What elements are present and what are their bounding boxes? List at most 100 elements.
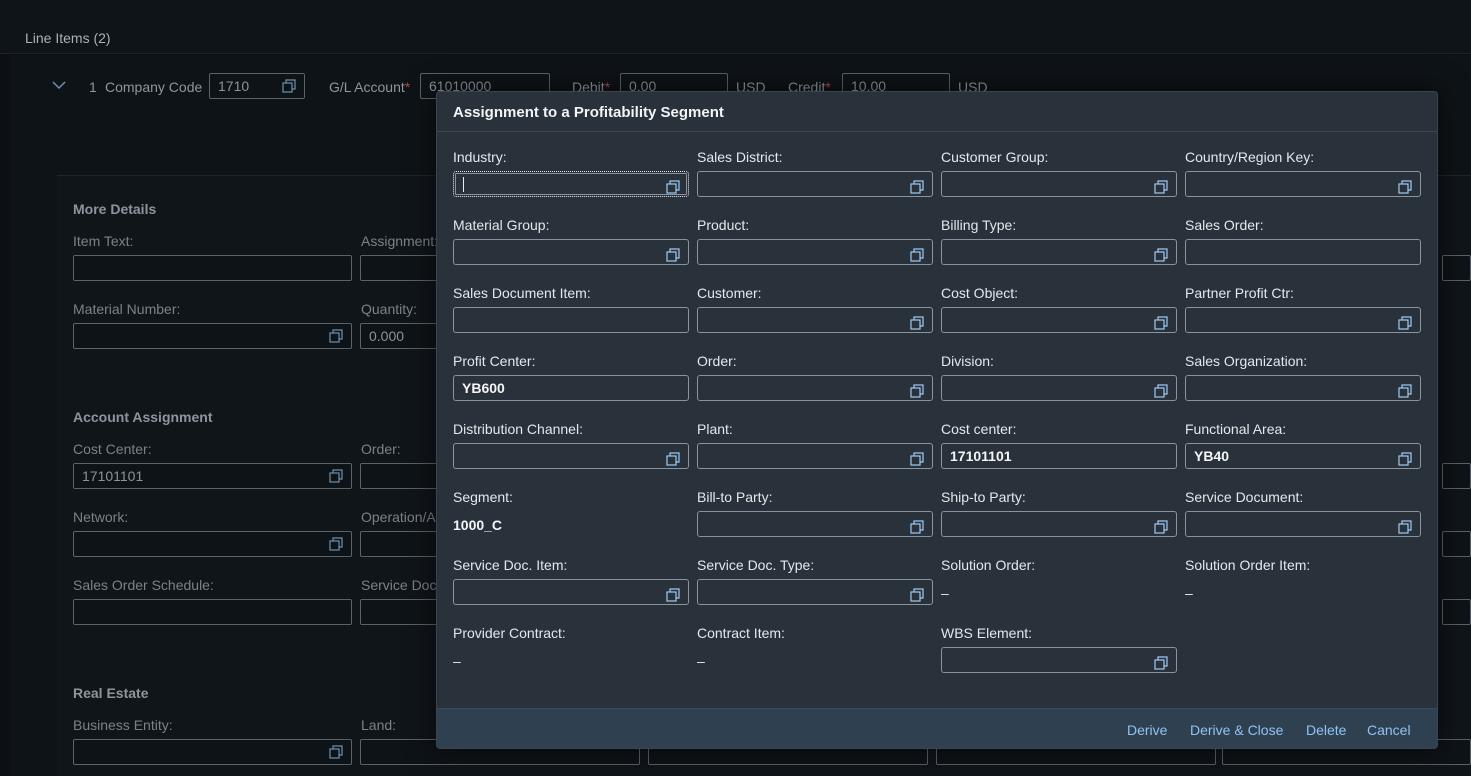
value-help-icon[interactable] [1398, 381, 1412, 398]
material-number-input[interactable] [73, 323, 352, 349]
details-right-input-3[interactable] [1442, 531, 1471, 557]
sales-document-item-input[interactable] [453, 307, 689, 333]
text-cursor [463, 177, 464, 192]
service-doc-item-input[interactable] [453, 579, 689, 605]
cost-center-input[interactable]: 17101101 [73, 463, 352, 489]
customer-group-input[interactable] [941, 171, 1177, 197]
cost-object-input[interactable] [941, 307, 1177, 333]
value-help-icon[interactable] [1398, 449, 1412, 466]
page-header: Line Items (2) [0, 0, 1471, 54]
network-input[interactable] [73, 531, 352, 557]
order-input[interactable] [697, 375, 933, 401]
value-help-icon[interactable] [910, 177, 924, 194]
cost-center-input[interactable]: 17101101 [941, 443, 1177, 469]
item-text-input[interactable] [73, 255, 352, 281]
wbs-element-input[interactable] [941, 647, 1177, 673]
profit-center-label: Profit Center: [453, 353, 536, 369]
value-help-icon[interactable] [666, 585, 680, 602]
value-help-icon[interactable] [1154, 517, 1168, 534]
division-input[interactable] [941, 375, 1177, 401]
bill-to-party-label: Bill-to Party: [697, 489, 773, 505]
value-help-icon[interactable] [910, 517, 924, 534]
quantity-label: Quantity: [361, 301, 418, 317]
order-input[interactable] [360, 463, 440, 489]
profit-center-value: YB600 [462, 380, 505, 396]
value-help-icon[interactable] [329, 745, 343, 759]
functional-area-label: Functional Area: [1185, 421, 1287, 437]
industry-input[interactable] [453, 171, 689, 197]
sales-document-item-label: Sales Document Item: [453, 285, 591, 301]
dialog-title: Assignment to a Profitability Segment [453, 104, 724, 121]
value-help-icon[interactable] [1398, 517, 1412, 534]
partner-profit-ctr-input[interactable] [1185, 307, 1421, 333]
value-help-icon[interactable] [910, 585, 924, 602]
company-code-input[interactable]: 1710 [209, 73, 305, 99]
plant-input[interactable] [697, 443, 933, 469]
distribution-channel-input[interactable] [453, 443, 689, 469]
service-doc-type-input[interactable] [697, 579, 933, 605]
value-help-icon[interactable] [1154, 653, 1168, 670]
value-help-icon[interactable] [1398, 313, 1412, 330]
value-help-icon[interactable] [1154, 381, 1168, 398]
value-help-icon[interactable] [910, 313, 924, 330]
value-help-icon[interactable] [1398, 177, 1412, 194]
customer-input[interactable] [697, 307, 933, 333]
partner-profit-ctr-label: Partner Profit Ctr: [1185, 285, 1294, 301]
business-entity-input[interactable] [73, 739, 352, 765]
service-document-input[interactable] [1185, 511, 1421, 537]
value-help-icon[interactable] [666, 449, 680, 466]
billing-type-label: Billing Type: [941, 217, 1017, 233]
cancel-button[interactable]: Cancel [1367, 722, 1411, 738]
details-right-input-1[interactable] [1442, 255, 1471, 281]
bill-to-party-input[interactable] [697, 511, 933, 537]
value-help-icon[interactable] [910, 381, 924, 398]
country-region-key-input[interactable] [1185, 171, 1421, 197]
value-help-icon[interactable] [329, 469, 343, 483]
derive-close-button[interactable]: Derive & Close [1190, 722, 1283, 738]
functional-area-input[interactable]: YB40 [1185, 443, 1421, 469]
ship-to-party-input[interactable] [941, 511, 1177, 537]
contract-item-value: – [697, 653, 705, 669]
wbs-element-label: WBS Element: [941, 625, 1033, 641]
value-help-icon[interactable] [1154, 245, 1168, 262]
sales-organization-input[interactable] [1185, 375, 1421, 401]
sales-order-input[interactable] [1185, 239, 1421, 265]
ship-to-party-label: Ship-to Party: [941, 489, 1026, 505]
contract-item-label: Contract Item: [697, 625, 785, 641]
service-doc-input[interactable] [360, 599, 440, 625]
order-label: Order: [697, 353, 737, 369]
billing-type-input[interactable] [941, 239, 1177, 265]
country-region-key-label: Country/Region Key: [1185, 149, 1315, 165]
details-right-input-2[interactable] [1442, 463, 1471, 489]
value-help-icon[interactable] [910, 449, 924, 466]
material-number-label: Material Number: [73, 301, 181, 317]
value-help-icon[interactable] [666, 245, 680, 262]
product-input[interactable] [697, 239, 933, 265]
profit-center-input[interactable]: YB600 [453, 375, 689, 401]
operation-label: Operation/Ac [361, 509, 443, 525]
product-label: Product: [697, 217, 750, 233]
segment-value: 1000_C [453, 517, 503, 533]
chevron-down-icon[interactable] [52, 78, 66, 92]
value-help-icon[interactable] [1154, 313, 1168, 330]
value-help-icon[interactable] [282, 79, 296, 93]
value-help-icon[interactable] [910, 245, 924, 262]
operation-input[interactable] [360, 531, 440, 557]
value-help-icon[interactable] [1154, 177, 1168, 194]
material-group-input[interactable] [453, 239, 689, 265]
cost-center-value: 17101101 [950, 448, 1012, 464]
value-help-icon[interactable] [666, 177, 680, 194]
details-right-input-4[interactable] [1442, 599, 1471, 625]
value-help-icon[interactable] [329, 537, 343, 551]
cost-object-label: Cost Object: [941, 285, 1019, 301]
item-text-label: Item Text: [73, 233, 134, 249]
sales-order-schedule-input[interactable] [73, 599, 352, 625]
company-code-label: Company Code [105, 79, 203, 95]
delete-button[interactable]: Delete [1306, 722, 1346, 738]
assignment-input[interactable] [360, 255, 440, 281]
business-entity-label: Business Entity: [73, 717, 173, 733]
quantity-input[interactable]: 0.000 [360, 323, 440, 349]
derive-button[interactable]: Derive [1127, 722, 1167, 738]
sales-district-input[interactable] [697, 171, 933, 197]
value-help-icon[interactable] [329, 329, 343, 343]
